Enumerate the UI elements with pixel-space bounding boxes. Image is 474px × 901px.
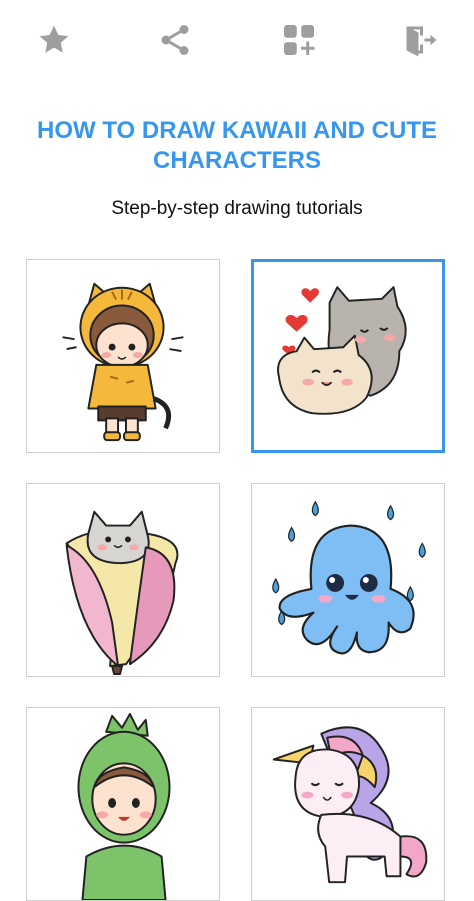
tutorial-card-octopus[interactable]: [251, 483, 445, 677]
tutorial-card-tiger-girl[interactable]: [26, 259, 220, 453]
more-apps-icon: [284, 25, 315, 55]
tutorial-card-dino-kid[interactable]: [26, 707, 220, 901]
top-toolbar: [0, 0, 474, 80]
share-icon: [161, 25, 189, 55]
share-button[interactable]: [153, 18, 197, 62]
octopus-illustration: [272, 500, 426, 655]
unicorn-illustration: [272, 726, 428, 884]
star-icon: [39, 25, 69, 53]
more-apps-button[interactable]: [277, 18, 321, 62]
tiger-girl-illustration: [62, 282, 184, 442]
tutorial-card-unicorn[interactable]: [251, 707, 445, 901]
cuddling-cats-illustration: [277, 286, 407, 415]
exit-button[interactable]: [398, 18, 442, 62]
exit-icon: [406, 26, 437, 57]
dino-kid-illustration: [77, 712, 171, 900]
tutorial-card-cuddling-cats[interactable]: [251, 259, 445, 453]
banana-cat-illustration: [65, 510, 179, 676]
rate-button[interactable]: [32, 18, 76, 62]
tutorial-card-banana-cat[interactable]: [26, 483, 220, 677]
page-title: HOW TO DRAW KAWAII AND CUTE CHARACTERS: [37, 117, 437, 174]
page-subtitle: Step-by-step drawing tutorials: [111, 198, 363, 219]
